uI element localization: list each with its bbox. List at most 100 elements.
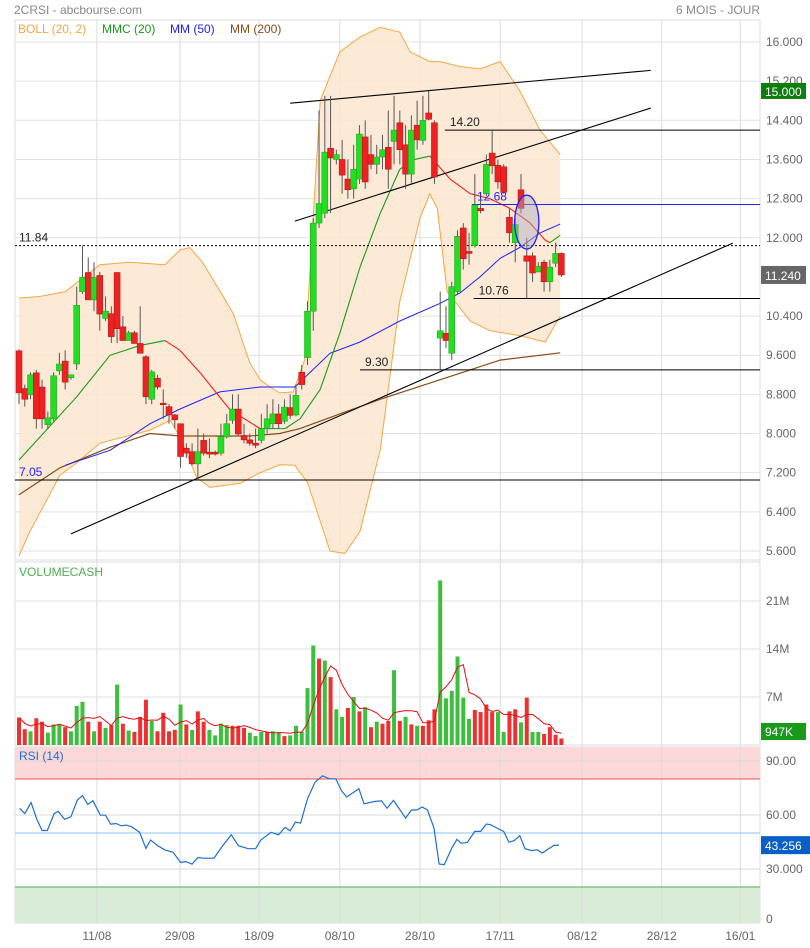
candle (160, 402, 167, 405)
volume-bar (92, 731, 97, 745)
volume-bar (34, 718, 39, 745)
candle (235, 408, 242, 435)
volume-tick-label: 21M (766, 594, 789, 608)
candle (500, 166, 507, 193)
volume-bar (190, 729, 195, 745)
rsi-tick-label: 0 (766, 912, 773, 926)
volume-bar (22, 729, 27, 745)
volume-bar (547, 727, 552, 745)
candle (90, 277, 98, 301)
candle (402, 144, 409, 175)
volume-bar (530, 731, 535, 745)
price-tick-label: 10.400 (766, 309, 803, 323)
volume-bar (299, 731, 304, 745)
volume-bar (409, 724, 414, 745)
candle (477, 208, 484, 212)
level-label: 11.84 (19, 231, 48, 245)
candle (246, 439, 254, 444)
price-tick-label: 12.800 (766, 192, 803, 206)
price-tick-label: 8.000 (766, 427, 796, 441)
volume-bar (490, 712, 495, 745)
candle (356, 133, 363, 180)
date-tick-label: 11/08 (82, 929, 111, 943)
volume-bar (368, 727, 373, 745)
date-tick-label: 16/01 (725, 929, 755, 943)
volume-bar (293, 725, 298, 745)
volume-bar (132, 731, 137, 745)
volume-bar (270, 731, 275, 745)
candle (286, 407, 294, 416)
volume-bar (242, 727, 247, 745)
volume-bar (80, 701, 85, 745)
level-label: 7.05 (19, 465, 43, 479)
candle (552, 253, 559, 264)
volume-bar (97, 721, 102, 745)
candle (338, 159, 346, 176)
candle (321, 151, 329, 214)
candle (425, 112, 432, 120)
candle (483, 164, 490, 194)
candle (361, 136, 369, 183)
volume-bar (305, 688, 310, 745)
period-label: 6 MOIS - JOUR (676, 3, 760, 17)
volume-bar (311, 645, 316, 745)
volume-bar (109, 725, 114, 745)
candle (211, 451, 219, 455)
candle (373, 156, 380, 165)
volume-bar (178, 704, 183, 745)
candle (165, 406, 173, 416)
candle (431, 122, 438, 178)
volume-bar (328, 677, 333, 745)
date-tick-label: 28/10 (405, 929, 435, 943)
volume-bar (57, 724, 62, 745)
volume-bar (478, 712, 483, 745)
volume-last-value: 947K (765, 725, 793, 739)
volume-bar (351, 696, 356, 745)
candle (258, 428, 265, 441)
candle (102, 310, 109, 319)
candle (540, 261, 548, 283)
volume-bar (74, 705, 79, 745)
volume-bar (334, 709, 339, 745)
candle (350, 168, 357, 190)
volume-bar (461, 697, 466, 745)
volume-bar (247, 732, 252, 745)
candle (488, 152, 496, 167)
volume-tick-label: 14M (766, 642, 789, 656)
ellipse-annotation[interactable] (513, 194, 540, 250)
candle (33, 372, 40, 420)
candle (269, 413, 277, 424)
candle (448, 286, 455, 354)
candle (385, 146, 392, 170)
volume-bar (438, 580, 443, 745)
date-tick-label: 29/08 (165, 929, 195, 943)
candle (84, 272, 92, 301)
rsi-tick-label: 60.00 (766, 808, 796, 822)
volume-bar (317, 658, 322, 745)
stock-chart: 2CRSI - abcbourse.com 6 MOIS - JOUR 11/08 2… (14, 3, 810, 943)
volume-bar (172, 729, 177, 745)
candle (523, 255, 531, 262)
price-tick-label: 7.200 (766, 466, 796, 480)
volume-bar (213, 735, 218, 745)
volume-bar (288, 735, 293, 745)
volume-bar (155, 731, 160, 745)
volume-bar (536, 731, 541, 745)
price-tick-label: 16.000 (766, 35, 803, 49)
volume-bar (40, 721, 45, 745)
date-tick-label: 08/12 (567, 929, 597, 943)
candle (148, 371, 155, 400)
candle (310, 222, 317, 312)
candle (298, 372, 305, 385)
volume-bar (345, 707, 350, 745)
candle (200, 440, 207, 454)
volume-bar (553, 734, 558, 745)
volume-bar (276, 731, 281, 745)
candle (21, 388, 29, 400)
volume-bar (374, 721, 379, 745)
legend-item: MMC (20) (102, 22, 155, 36)
candle (240, 435, 248, 441)
candle (96, 275, 104, 315)
volume-bar (201, 721, 206, 745)
candle (142, 356, 150, 398)
